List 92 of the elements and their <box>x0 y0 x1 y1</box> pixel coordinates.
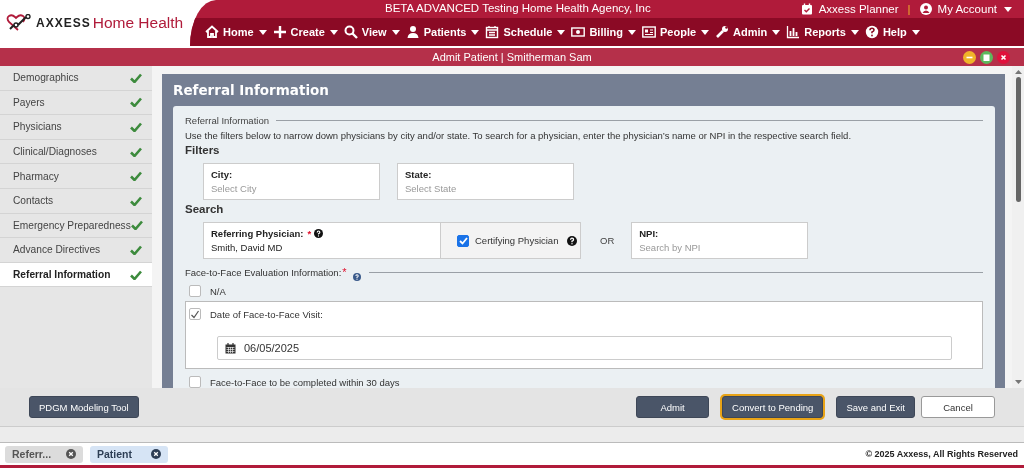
select-field[interactable]: State: Select State <box>397 163 574 200</box>
minimize-button[interactable] <box>963 51 976 64</box>
section-heading: Search <box>185 203 225 215</box>
checkbox-label: Date of Face-to-Face Visit: <box>210 308 323 320</box>
separator: | <box>907 3 911 15</box>
money-icon <box>571 25 586 39</box>
caret-icon <box>911 29 920 35</box>
checkbox-label: N/A <box>210 285 226 297</box>
panel-title: Referral Information <box>173 81 330 100</box>
physician-search-field[interactable]: Referring Physician: * Smith, David MD <box>203 222 440 259</box>
nav-menu[interactable]: Create <box>272 25 338 39</box>
action-button[interactable]: Convert to Pending <box>722 396 824 418</box>
bar-chart-icon <box>786 25 801 39</box>
window-title: Admit Patient | Smitherman Sam <box>432 51 592 63</box>
or-label: OR <box>600 235 615 246</box>
caret-icon <box>557 29 566 35</box>
checkbox-label: Face-to-Face to be completed within 30 days <box>210 376 400 388</box>
checkmark-icon <box>130 122 142 132</box>
checkmark-icon <box>130 146 142 157</box>
search-icon <box>343 25 358 39</box>
action-button[interactable]: Save and Exit <box>836 396 915 418</box>
checkmark-icon <box>130 269 142 280</box>
logo[interactable]: AXXESS Home Health <box>0 0 190 46</box>
scroll-down-icon <box>1014 380 1022 384</box>
tab[interactable]: Referr... <box>5 445 83 463</box>
action-button[interactable]: PDGM Modeling Tool <box>29 396 139 418</box>
checkbox[interactable] <box>189 285 201 297</box>
caret-icon <box>701 29 710 35</box>
nav-menu[interactable]: Patients <box>405 25 480 39</box>
caret-icon <box>772 29 781 35</box>
checkbox[interactable] <box>457 234 469 247</box>
wrench-icon <box>715 25 730 39</box>
planner-link[interactable]: Axxess Planner <box>800 3 899 15</box>
plus-icon <box>272 25 287 39</box>
scrollbar[interactable] <box>1012 66 1024 388</box>
user-circle-icon <box>919 3 932 15</box>
close-icon <box>66 449 76 459</box>
checkbox-label: Certifying Physician <box>475 235 559 246</box>
date-field[interactable]: 06/05/2025 <box>217 336 952 360</box>
select-field[interactable]: City: Select City <box>203 163 380 200</box>
calendar-check-icon <box>800 3 813 15</box>
close-icon <box>151 449 161 459</box>
instructions-text: Use the filters below to narrow down physicians by city and/or state. To search for a physician, enter the physician’s name or NPI in the respective search field. <box>185 130 853 141</box>
person-icon <box>405 25 420 39</box>
nav-menu[interactable]: People <box>642 25 710 39</box>
nav-menu[interactable]: View <box>343 25 400 39</box>
maximize-button[interactable] <box>980 51 993 64</box>
checkbox[interactable] <box>189 376 201 388</box>
home-icon <box>205 25 219 39</box>
link-heart-icon <box>6 14 34 32</box>
calendar-icon <box>225 342 236 354</box>
caret-icon <box>258 29 267 35</box>
copyright-text: © 2025 Axxess, All Rights Reserved <box>865 449 1018 459</box>
nav-menu[interactable]: Schedule <box>485 25 566 39</box>
agency-name: BETA ADVANCED Testing Home Health Agency, Inc <box>385 2 651 14</box>
action-button[interactable]: Cancel <box>921 396 995 418</box>
nav-menu[interactable]: Billing <box>571 25 636 39</box>
field-value: Smith, David MD <box>211 242 284 253</box>
field-label: Face-to-Face Evaluation Information: <box>185 266 342 278</box>
npi-field[interactable]: NPI: Search by NPI <box>631 222 809 259</box>
nav-menu[interactable]: Home <box>205 25 267 39</box>
checkmark-icon <box>130 220 143 231</box>
caret-icon <box>391 29 400 35</box>
required-mark: * <box>307 228 312 239</box>
close-button[interactable] <box>997 51 1010 64</box>
nav-menu[interactable]: Admin <box>715 25 781 39</box>
sidebar-item[interactable]: Referral Information <box>0 262 152 288</box>
account-menu[interactable]: My Account <box>919 3 1012 15</box>
section-heading: Filters <box>185 144 221 156</box>
checkmark-icon <box>130 244 142 255</box>
nav-menu[interactable]: Reports <box>786 25 859 39</box>
checkmark-icon <box>130 72 142 83</box>
tab[interactable]: Patient <box>90 445 168 463</box>
checkmark-icon <box>130 97 142 108</box>
section-legend: Referral Information <box>185 114 269 126</box>
caret-icon <box>628 29 636 35</box>
scrollbar-thumb[interactable] <box>1015 77 1021 202</box>
field-label: Referring Physician: <box>211 228 304 239</box>
checkmark-icon <box>130 195 142 206</box>
caret-icon <box>850 29 859 35</box>
caret-icon <box>471 29 480 35</box>
caret-icon <box>329 29 338 35</box>
calendar-icon <box>485 25 500 39</box>
id-card-icon <box>642 25 656 39</box>
help-icon <box>864 25 879 39</box>
action-button[interactable]: Admit <box>636 396 710 418</box>
scroll-up-icon <box>1014 70 1022 74</box>
checkbox[interactable] <box>189 308 201 320</box>
caret-icon <box>1004 6 1012 12</box>
checkmark-icon <box>130 171 142 182</box>
required-mark: * <box>342 266 347 278</box>
nav-menu[interactable]: Help <box>864 25 920 39</box>
